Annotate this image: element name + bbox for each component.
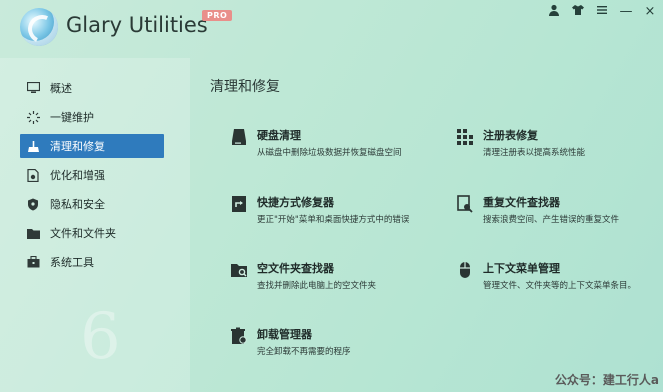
window-controls: — ×	[547, 4, 657, 20]
background-digit-decoration: 6	[80, 300, 121, 374]
user-icon[interactable]	[547, 4, 561, 20]
tool-registry-repair[interactable]: 注册表修复 清理注册表以提高系统性能	[455, 127, 663, 167]
mouse-icon	[455, 260, 475, 280]
duplicate-files-icon	[455, 194, 475, 214]
tool-description: 搜索浪费空间、产生错误的重复文件	[483, 215, 620, 225]
tool-description: 完全卸载不再需要的程序	[257, 347, 351, 357]
sidebar-item-label: 文件和文件夹	[50, 227, 116, 240]
tool-description: 从磁盘中删除垃圾数据并恢复磁盘空间	[257, 148, 402, 158]
shortcut-icon	[229, 194, 249, 214]
minimize-button[interactable]: —	[619, 5, 633, 19]
sidebar-item-overview[interactable]: 概述	[20, 76, 164, 100]
page-title: 清理和修复	[210, 79, 280, 95]
tool-description: 清理注册表以提高系统性能	[483, 148, 586, 158]
sidebar-item-clean-repair[interactable]: 清理和修复	[20, 134, 164, 158]
tool-name: 注册表修复	[483, 129, 538, 142]
sidebar-item-label: 概述	[50, 82, 72, 95]
menu-icon[interactable]	[595, 4, 609, 20]
tool-empty-folder-finder[interactable]: 空文件夹查找器 查找并删除此电脑上的空文件夹	[229, 260, 444, 300]
tool-name: 卸载管理器	[257, 328, 312, 341]
tool-shortcut-fixer[interactable]: 快捷方式修复器 更正"开始"菜单和桌面快捷方式中的错误	[229, 194, 444, 234]
tool-description: 管理文件、文件夹等的上下文菜单条目。	[483, 281, 637, 291]
monitor-icon	[26, 81, 40, 95]
sidebar-item-label: 清理和修复	[50, 140, 105, 153]
disk-cleaner-icon	[229, 127, 249, 147]
sidebar-item-files-folders[interactable]: 文件和文件夹	[20, 221, 164, 245]
app-window: Glary Utilities PRO — × 概述 一键维护 清理和修复 优化…	[0, 0, 663, 392]
shirt-icon[interactable]	[571, 4, 585, 20]
watermark-text: 公众号：建工行人a	[554, 373, 659, 387]
uninstall-icon	[229, 326, 249, 346]
tool-name: 快捷方式修复器	[257, 196, 334, 209]
title-bar: Glary Utilities PRO — ×	[0, 0, 663, 58]
tool-disk-cleaner[interactable]: 硬盘清理 从磁盘中删除垃圾数据并恢复磁盘空间	[229, 127, 444, 167]
sidebar-item-system-tools[interactable]: 系统工具	[20, 250, 164, 274]
folder-icon	[26, 226, 40, 240]
sidebar-item-one-click-maintenance[interactable]: 一键维护	[20, 105, 164, 129]
sparkle-icon	[26, 110, 40, 124]
toolbox-icon	[26, 255, 40, 269]
broom-icon	[26, 139, 40, 153]
app-title: Glary Utilities	[66, 13, 208, 37]
tool-name: 重复文件查找器	[483, 196, 560, 209]
tool-duplicate-finder[interactable]: 重复文件查找器 搜索浪费空间、产生错误的重复文件	[455, 194, 663, 234]
tool-name: 空文件夹查找器	[257, 262, 334, 275]
tool-name: 硬盘清理	[257, 129, 301, 142]
sidebar-item-label: 一键维护	[50, 111, 94, 124]
pro-badge: PRO	[202, 10, 233, 21]
tool-context-menu-manager[interactable]: 上下文菜单管理 管理文件、文件夹等的上下文菜单条目。	[455, 260, 663, 300]
sidebar-item-label: 系统工具	[50, 256, 94, 269]
sidebar-item-privacy-security[interactable]: 隐私和安全	[20, 192, 164, 216]
glary-logo-icon	[20, 8, 58, 46]
sidebar-item-label: 优化和增强	[50, 169, 105, 182]
tool-name: 上下文菜单管理	[483, 262, 560, 275]
tool-description: 更正"开始"菜单和桌面快捷方式中的错误	[257, 215, 410, 225]
document-gear-icon	[26, 168, 40, 182]
tool-uninstall-manager[interactable]: 卸载管理器 完全卸载不再需要的程序	[229, 326, 444, 366]
tool-description: 查找并删除此电脑上的空文件夹	[257, 281, 377, 291]
shield-icon	[26, 197, 40, 211]
sidebar-item-label: 隐私和安全	[50, 198, 105, 211]
sidebar-item-optimize[interactable]: 优化和增强	[20, 163, 164, 187]
folder-search-icon	[229, 260, 249, 280]
registry-cubes-icon	[455, 127, 475, 147]
close-button[interactable]: ×	[643, 5, 657, 19]
